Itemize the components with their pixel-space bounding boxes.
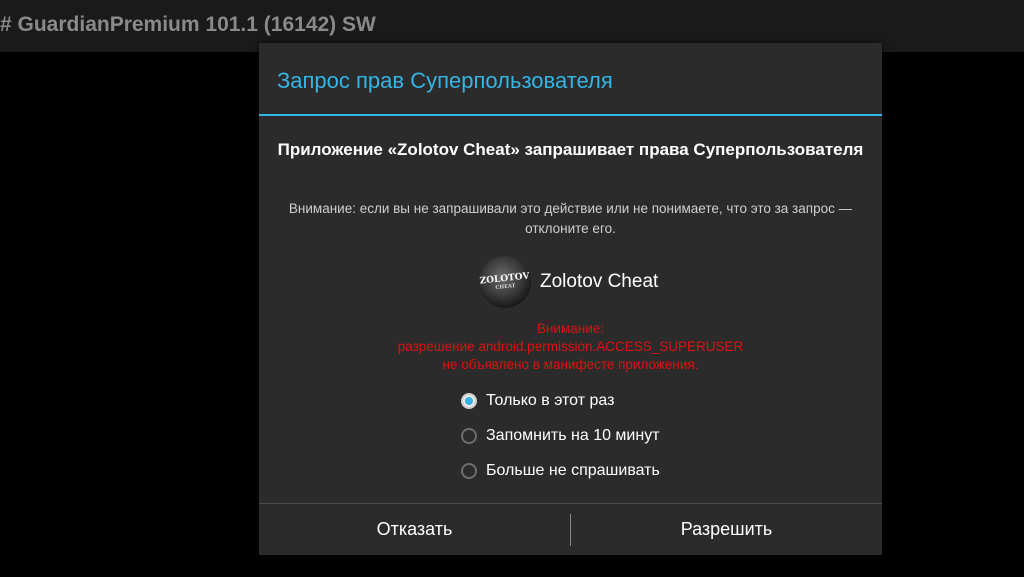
allow-button[interactable]: Разрешить [571, 504, 882, 555]
request-heading: Приложение «Zolotov Cheat» запрашивает п… [277, 140, 864, 159]
manifest-warning-line2: разрешение android.permission.ACCESS_SUP… [397, 339, 744, 354]
manifest-warning: Внимание: разрешение android.permission.… [259, 320, 882, 374]
remember-options: Только в этот раз Запомнить на 10 минут … [461, 383, 660, 488]
option-10-minutes[interactable]: Запомнить на 10 минут [461, 418, 660, 453]
manifest-warning-line1: Внимание: [536, 321, 605, 336]
dialog-title: Запрос прав Суперпользователя [277, 68, 613, 93]
option-label: Запомнить на 10 минут [486, 426, 660, 444]
superuser-request-dialog: Запрос прав Суперпользователя Приложение… [259, 43, 882, 555]
option-once[interactable]: Только в этот раз [461, 383, 660, 418]
app-info: ZOLOTOV CHEAT Zolotov Cheat [479, 255, 658, 309]
warning-text: Внимание: если вы не запрашивали это дей… [288, 201, 853, 236]
manifest-warning-line3: не объявлено в манифесте приложения. [442, 357, 699, 372]
zolotov-app-icon: ZOLOTOV CHEAT [479, 256, 531, 308]
option-label: Только в этот раз [486, 391, 615, 409]
app-name: Zolotov Cheat [540, 271, 659, 292]
radio-unchecked-icon[interactable] [461, 462, 477, 479]
radio-checked-icon[interactable] [461, 392, 477, 409]
deny-button[interactable]: Отказать [259, 504, 570, 555]
option-label: Больше не спрашивать [486, 461, 660, 479]
app-icon-logo: ZOLOTOV CHEAT [479, 270, 530, 291]
title-divider [259, 114, 882, 116]
radio-unchecked-icon[interactable] [461, 427, 477, 444]
app-version-title: # GuardianPremium 101.1 (16142) SW [0, 13, 376, 36]
option-never-ask[interactable]: Больше не спрашивать [461, 453, 660, 488]
